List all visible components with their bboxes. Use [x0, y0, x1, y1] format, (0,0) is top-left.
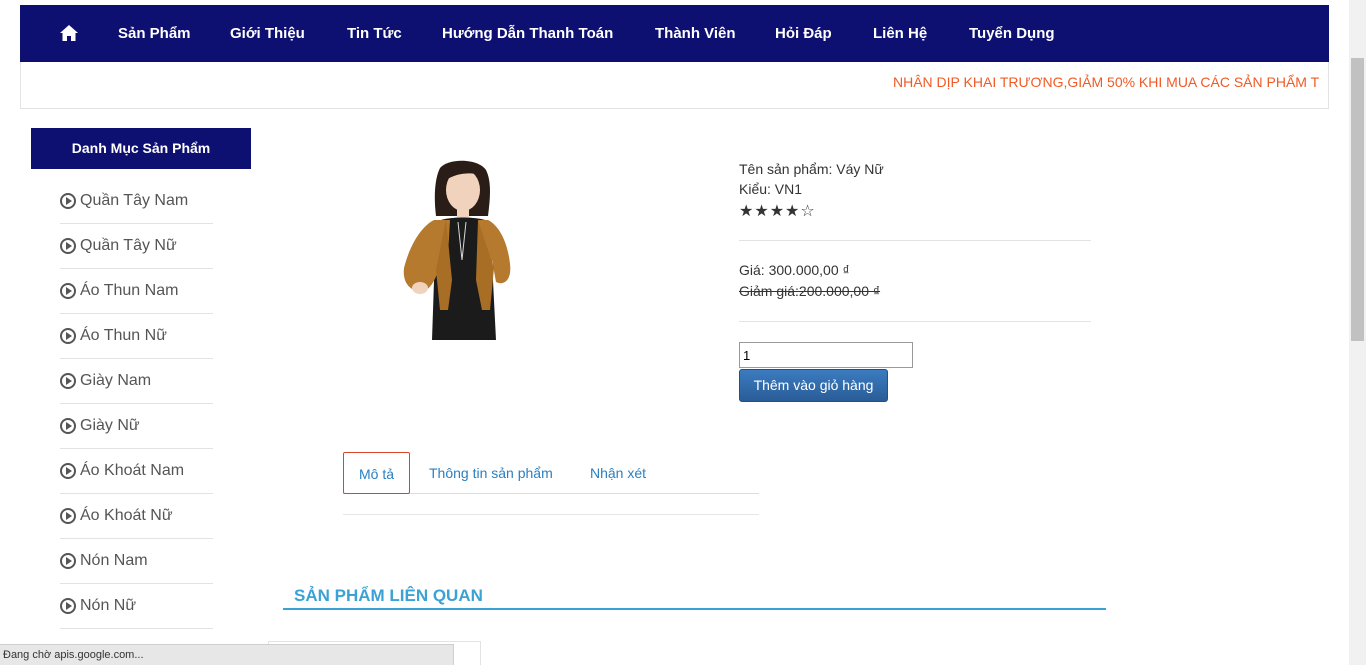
star-filled-icon: ★: [769, 203, 786, 220]
nav-item-gioi-thieu[interactable]: Giới Thiệu: [230, 25, 305, 42]
tab-mo-ta[interactable]: Mô tả: [343, 452, 411, 494]
home-icon[interactable]: [60, 25, 78, 41]
category-item-ao-thun-nam[interactable]: Áo Thun Nam: [60, 269, 213, 314]
product-image: [400, 160, 513, 340]
category-label: Nón Nam: [80, 552, 148, 569]
play-circle-icon: [60, 598, 76, 614]
category-label: Giày Nam: [80, 372, 152, 389]
star-filled-icon: ★: [739, 203, 755, 220]
nav-item-huong-dan-thanh-toan[interactable]: Hướng Dẫn Thanh Toán: [442, 25, 613, 42]
browser-status-bar: Đang chờ apis.google.com...: [0, 644, 454, 665]
category-item-quan-tay-nam[interactable]: Quần Tây Nam: [60, 179, 213, 224]
category-item-quan-tay-nu[interactable]: Quần Tây Nữ: [60, 224, 213, 269]
category-item-giay-nam[interactable]: Giày Nam: [60, 359, 213, 404]
divider: [739, 321, 1091, 322]
tab-thong-tin-san-pham[interactable]: Thông tin sản phẩm: [429, 452, 553, 494]
star-filled-icon: ★: [785, 203, 801, 220]
top-navbar: Sản Phẩm Giới Thiệu Tin Tức Hướng Dẫn Th…: [20, 5, 1329, 62]
related-products-title: SẢN PHẨM LIÊN QUAN: [294, 586, 483, 605]
rating-stars: ★★★★☆: [739, 201, 816, 221]
nav-item-tuyen-dung[interactable]: Tuyển Dụng: [969, 25, 1055, 42]
announcement-bar: NHÂN DỊP KHAI TRƯƠNG,GIẢM 50% KHI MUA CÁ…: [20, 62, 1329, 109]
tab-content-divider: [343, 514, 759, 515]
category-label: Quần Tây Nam: [80, 192, 189, 209]
play-circle-icon: [60, 418, 76, 434]
category-item-giay-nu[interactable]: Giày Nữ: [60, 404, 213, 449]
nav-item-san-pham[interactable]: Sản Phẩm: [118, 25, 191, 42]
quantity-input[interactable]: [739, 342, 913, 368]
category-item-ao-khoat-nu[interactable]: Áo Khoát Nữ: [60, 494, 213, 539]
play-circle-icon: [60, 463, 76, 479]
vertical-scrollbar[interactable]: [1349, 0, 1366, 665]
play-circle-icon: [60, 283, 76, 299]
add-to-cart-button[interactable]: Thêm vào giỏ hàng: [739, 369, 888, 402]
play-circle-icon: [60, 553, 76, 569]
star-filled-icon: ★: [754, 203, 770, 220]
category-list: Quần Tây Nam Quần Tây Nữ Áo Thun Nam Áo …: [60, 179, 213, 629]
play-circle-icon: [60, 238, 76, 254]
scrollbar-thumb[interactable]: [1351, 58, 1364, 341]
category-label: Áo Thun Nữ: [80, 327, 167, 344]
category-label: Áo Thun Nam: [80, 282, 179, 299]
nav-item-lien-he[interactable]: Liên Hệ: [873, 25, 927, 42]
play-circle-icon: [60, 373, 76, 389]
nav-item-tin-tuc[interactable]: Tin Tức: [347, 25, 402, 42]
announcement-text: NHÂN DỊP KHAI TRƯƠNG,GIẢM 50% KHI MUA CÁ…: [893, 74, 1320, 90]
nav-item-hoi-dap[interactable]: Hỏi Đáp: [775, 25, 832, 42]
nav-item-thanh-vien[interactable]: Thành Viên: [655, 25, 736, 42]
product-name: Tên sản phẩm: Váy Nữ: [739, 161, 884, 177]
category-label: Áo Khoát Nữ: [80, 507, 173, 524]
product-price: Giá: 300.000,00 ₫: [739, 262, 850, 278]
tab-nhan-xet[interactable]: Nhận xét: [590, 452, 646, 494]
star-empty-icon: ☆: [800, 203, 816, 220]
category-header: Danh Mục Sản Phẩm: [31, 128, 251, 169]
category-label: Nón Nữ: [80, 597, 137, 614]
divider: [739, 240, 1091, 241]
play-circle-icon: [60, 328, 76, 344]
category-item-non-nam[interactable]: Nón Nam: [60, 539, 213, 584]
play-circle-icon: [60, 193, 76, 209]
category-label: Quần Tây Nữ: [80, 237, 177, 254]
play-circle-icon: [60, 508, 76, 524]
product-discount: Giảm giá:200.000,00 ₫: [739, 283, 881, 299]
category-item-ao-thun-nu[interactable]: Áo Thun Nữ: [60, 314, 213, 359]
category-item-ao-khoat-nam[interactable]: Áo Khoát Nam: [60, 449, 213, 494]
category-label: Áo Khoát Nam: [80, 462, 185, 479]
related-products-underline: [283, 608, 1106, 610]
page: Sản Phẩm Giới Thiệu Tin Tức Hướng Dẫn Th…: [0, 0, 1366, 665]
category-label: Giày Nữ: [80, 417, 140, 434]
category-item-non-nu[interactable]: Nón Nữ: [60, 584, 213, 629]
product-type: Kiểu: VN1: [739, 181, 803, 197]
